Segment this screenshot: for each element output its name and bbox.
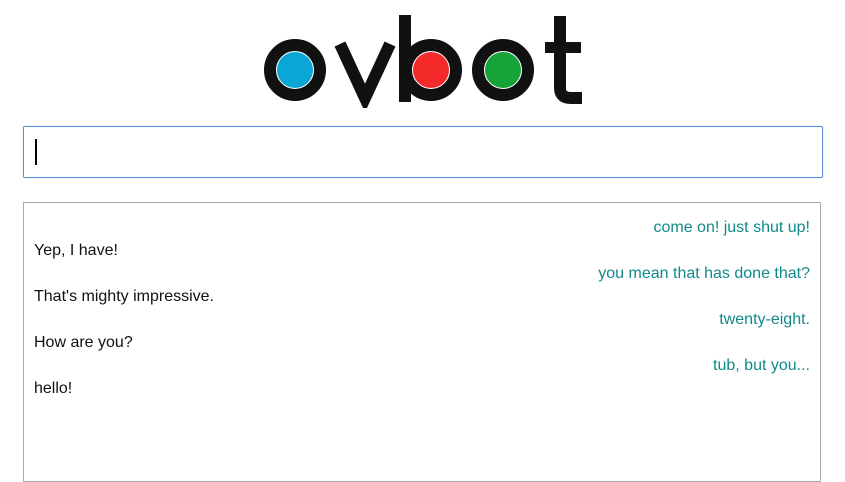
text-cursor: [35, 139, 37, 165]
user-message: hello!: [34, 380, 73, 397]
user-message: That's mighty impressive.: [34, 288, 214, 305]
chat-log[interactable]: come on! just shut up! Yep, I have! you …: [23, 202, 821, 482]
bot-message: you mean that has done that?: [598, 265, 810, 282]
bot-message: come on! just shut up!: [653, 219, 810, 236]
bot-message: twenty-eight.: [719, 311, 810, 328]
user-message: Yep, I have!: [34, 242, 118, 259]
chat-input-container[interactable]: [23, 126, 823, 178]
logo-dot-red: [413, 52, 449, 88]
bot-message: tub, but you...: [713, 357, 810, 374]
ovbot-logo: [260, 12, 586, 108]
logo-dot-green: [485, 52, 521, 88]
chat-input[interactable]: [24, 127, 822, 177]
user-message: How are you?: [34, 334, 133, 351]
logo-dot-blue: [277, 52, 313, 88]
